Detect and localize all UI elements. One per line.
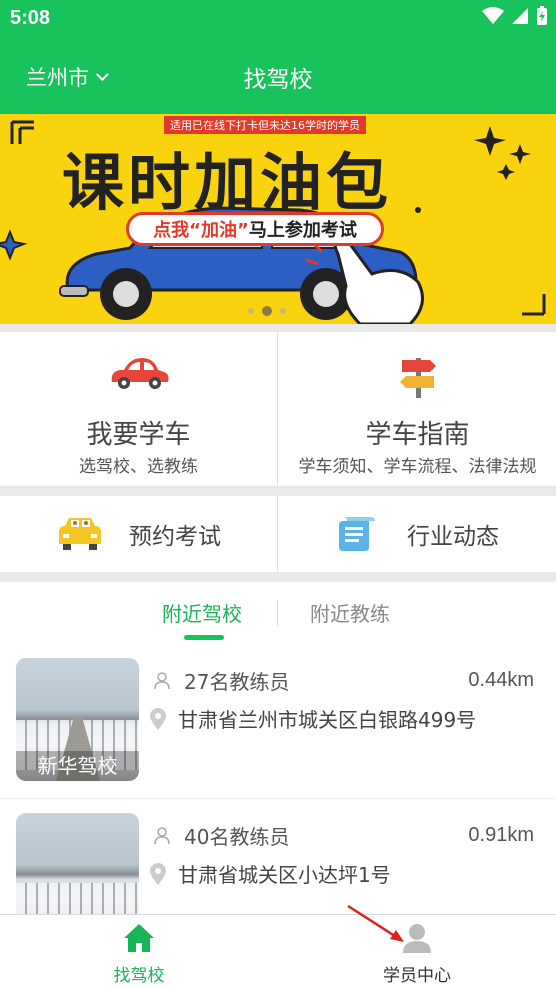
nav-label: 找驾校: [113, 966, 165, 986]
quick-link-label: 行业动态: [407, 524, 499, 550]
banner-cta-prefix: 点我: [153, 220, 190, 241]
list-item[interactable]: 新华驾校 27名教练员 0.44km 甘肃省兰州市城关区白银路499号: [0, 644, 556, 799]
signpost-icon: [399, 358, 436, 398]
tab-bar: 附近驾校 附近教练: [0, 582, 556, 644]
feature-label: 我要学车: [86, 420, 191, 450]
promo-banner[interactable]: 适用已在线下打卡但未达16学时的学员 课时加油包 点我 “加油” 马上参加考试: [0, 114, 556, 324]
banner-cta-highlight: “加油”: [189, 220, 249, 241]
status-time: 5:08: [10, 7, 51, 29]
tab-nearby-schools[interactable]: 附近驾校: [162, 598, 242, 627]
app-screen: 5:08 兰州市 找驾校 适用已在线下打卡但未达16学时的学员 课时加油包 点我…: [0, 0, 556, 988]
banner-cta-suffix: 马上参加考试: [248, 220, 357, 241]
carousel-dot-active[interactable]: [262, 306, 272, 316]
divider: [0, 572, 556, 582]
divider: [277, 496, 278, 572]
tab-active-indicator: [184, 635, 224, 640]
battery-icon: [537, 6, 547, 25]
wifi-icon: [482, 7, 504, 24]
location-pin-icon: [150, 707, 166, 730]
nav-label: 学员中心: [383, 966, 451, 986]
distance: 0.44km: [468, 669, 534, 691]
quick-book-exam[interactable]: 预约考试: [0, 496, 277, 572]
feature-driving-guide[interactable]: 学车指南 学车须知、学车流程、法律法规: [279, 332, 556, 486]
carousel-dots[interactable]: [248, 306, 286, 316]
page-title: 找驾校: [243, 67, 313, 93]
carousel-dot[interactable]: [280, 308, 286, 314]
person-icon: [154, 671, 170, 689]
feature-label: 学车指南: [365, 420, 470, 450]
feature-learn-driving[interactable]: 我要学车 选驾校、选教练: [0, 332, 277, 486]
signal-icon: [512, 8, 528, 24]
location-pin-icon: [150, 862, 166, 885]
person-icon: [154, 826, 170, 844]
feature-subtitle: 学车须知、学车流程、法律法规: [298, 457, 537, 477]
banner-cta[interactable]: 点我 “加油” 马上参加考试: [126, 212, 384, 246]
address: 甘肃省兰州市城关区白银路499号: [178, 708, 477, 732]
user-icon: [403, 924, 431, 953]
school-thumbnail: [16, 813, 139, 914]
feature-subtitle: 选驾校、选教练: [79, 457, 198, 477]
nav-student-center[interactable]: 学员中心: [278, 915, 556, 988]
bottom-nav: 找驾校 学员中心: [0, 914, 556, 988]
divider: [277, 600, 278, 626]
quick-industry-news[interactable]: 行业动态: [279, 496, 556, 572]
divider: [277, 332, 278, 486]
school-thumbnail: 新华驾校: [16, 658, 139, 781]
list-item[interactable]: 40名教练员 0.91km 甘肃省城关区小达坪1号: [0, 799, 556, 914]
coach-count: 27名教练员: [184, 670, 290, 694]
divider: [0, 486, 556, 496]
scroll-icon: [339, 517, 375, 551]
app-header: 5:08 兰州市 找驾校: [0, 0, 556, 114]
coach-count: 40名教练员: [184, 825, 290, 849]
distance: 0.91km: [468, 824, 534, 846]
home-icon: [124, 924, 154, 952]
nav-find-school[interactable]: 找驾校: [0, 915, 278, 988]
school-name: 新华驾校: [16, 751, 139, 781]
status-icons: [482, 6, 548, 26]
divider: [0, 324, 556, 332]
quick-link-label: 预约考试: [129, 524, 221, 550]
address: 甘肃省城关区小达坪1号: [178, 863, 391, 887]
taxi-icon: [59, 518, 101, 550]
tab-nearby-coaches[interactable]: 附近教练: [310, 598, 390, 627]
carousel-dot[interactable]: [248, 308, 254, 314]
banner-title: 课时加油包: [62, 146, 393, 219]
school-list: 新华驾校 27名教练员 0.44km 甘肃省兰州市城关区白银路499号 40名教…: [0, 644, 556, 914]
car-icon: [111, 358, 168, 389]
